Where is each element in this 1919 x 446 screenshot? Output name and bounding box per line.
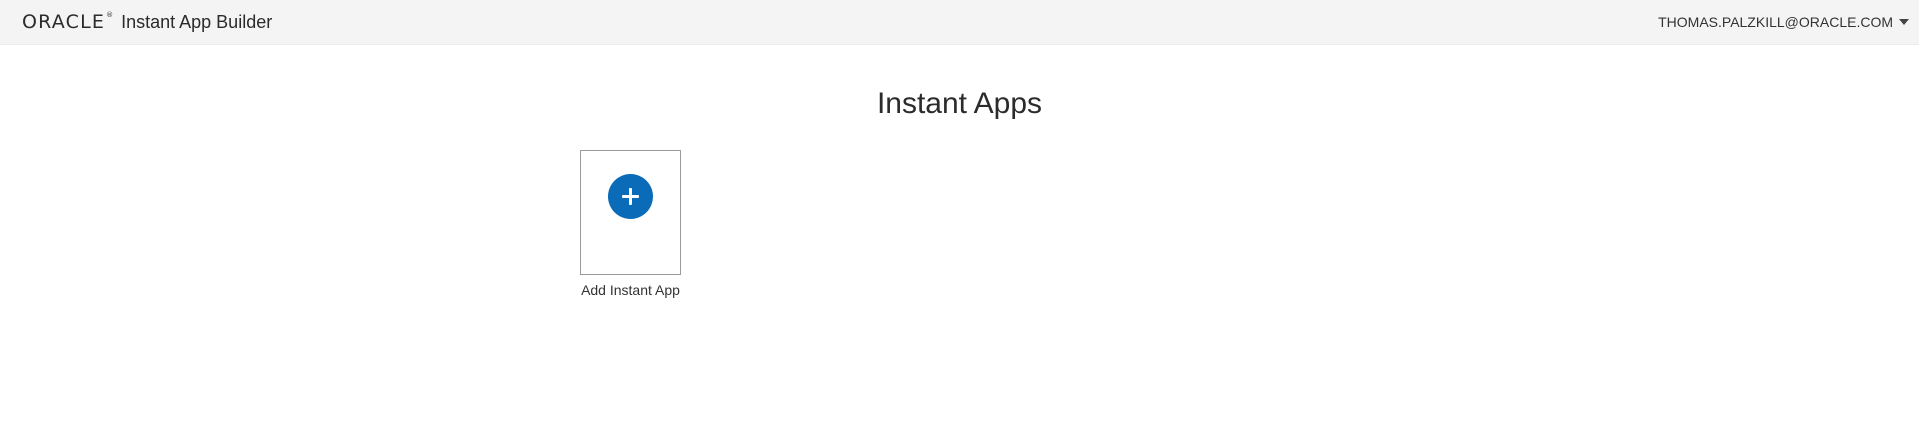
add-instant-app-card[interactable] [580, 150, 681, 275]
top-bar: ORACLE ® Instant App Builder THOMAS.PALZK… [0, 0, 1919, 45]
oracle-logo-text: ORACLE [22, 11, 106, 33]
page-title: Instant Apps [876, 87, 1043, 120]
registered-mark: ® [106, 11, 114, 19]
plus-circle-icon [608, 174, 653, 219]
caret-down-icon [1899, 19, 1909, 25]
add-instant-app-tile[interactable]: Add Instant App [580, 150, 681, 299]
app-title: Instant App Builder [121, 12, 273, 32]
add-instant-app-label: Add Instant App [581, 282, 680, 298]
brand: ORACLE ® Instant App Builder [22, 10, 272, 34]
oracle-logo: ORACLE ® [22, 10, 113, 34]
user-menu[interactable]: THOMAS.PALZKILL@ORACLE.COM [1658, 12, 1909, 32]
user-menu-label: THOMAS.PALZKILL@ORACLE.COM [1658, 14, 1893, 30]
